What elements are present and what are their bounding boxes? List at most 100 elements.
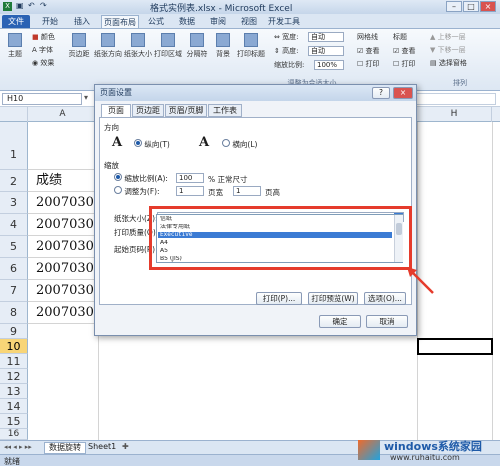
undo-icon[interactable]: ↶ (28, 1, 35, 10)
name-box-dropdown-icon[interactable]: ▾ (84, 93, 88, 102)
cell-a6[interactable]: 20070302 (28, 258, 102, 280)
selection-pane-button[interactable]: ▤ 选择窗格 (430, 58, 467, 68)
gridlines-view-checkbox[interactable]: ☑ 查看 (357, 46, 380, 56)
select-all-corner[interactable] (0, 107, 28, 122)
tab-page[interactable]: 页面 (101, 104, 131, 118)
row-header-10[interactable]: 10 (0, 339, 28, 354)
theme-colors-button[interactable]: ■ 颜色 (32, 32, 55, 42)
print-titles-button[interactable]: 打印标题 (236, 33, 266, 59)
radio-selected-icon (134, 139, 142, 147)
gridlines-print-checkbox[interactable]: ☐ 打印 (357, 59, 380, 69)
row-header-8[interactable]: 8 (0, 302, 28, 324)
theme-effects-button[interactable]: ◉ 效果 (32, 58, 54, 68)
column-header-h[interactable]: H (417, 107, 492, 122)
cell-a1[interactable] (28, 122, 98, 170)
cell-a7[interactable]: 20070303 (28, 280, 102, 302)
dialog-close-button[interactable]: × (393, 87, 413, 99)
cell-a4[interactable]: 20070304 (28, 214, 102, 236)
breaks-button[interactable]: 分隔符 (184, 33, 210, 59)
scale-input[interactable]: 100% (314, 60, 344, 70)
print-area-button[interactable]: 打印区域 (154, 33, 182, 59)
margins-button[interactable]: 页边距 (66, 33, 92, 59)
tab-page-layout[interactable]: 页面布局 (101, 15, 139, 28)
row-header-9[interactable]: 9 (0, 324, 28, 339)
tab-review[interactable]: 审阅 (205, 15, 231, 28)
scale-percent-input[interactable]: 100 (176, 173, 204, 183)
normal-size-label: % 正常尺寸 (208, 175, 248, 184)
portrait-radio[interactable]: 纵向(T) (134, 139, 170, 150)
tab-data[interactable]: 数据 (174, 15, 200, 28)
row-header-5[interactable]: 5 (0, 236, 28, 258)
maximize-button[interactable]: □ (463, 1, 479, 12)
sheet-tab-sheet1[interactable]: Sheet1 (84, 442, 120, 454)
row-header-14[interactable]: 14 (0, 399, 28, 414)
bring-forward-button[interactable]: ▲ 上移一层 (430, 32, 466, 42)
options-button[interactable]: 选项(O)... (364, 292, 406, 305)
redo-icon[interactable]: ↷ (40, 1, 47, 10)
tab-home[interactable]: 开始 (36, 15, 64, 28)
column-header-a[interactable]: A (28, 107, 98, 122)
cell-a2[interactable]: 成绩 (28, 170, 98, 192)
size-icon (131, 33, 145, 47)
minimize-button[interactable]: – (446, 1, 462, 12)
cell-a3[interactable]: 20070301 (28, 192, 102, 214)
theme-fonts-button[interactable]: A 字体 (32, 45, 53, 55)
cell-a8[interactable]: 20070306 (28, 302, 102, 324)
tab-view[interactable]: 视图 (236, 15, 262, 28)
pages-wide-label: 页宽 (208, 188, 223, 197)
send-backward-button[interactable]: ▼ 下移一层 (430, 45, 466, 55)
row-header-1[interactable]: 1 (0, 122, 28, 170)
orientation-button[interactable]: 纸张方向 (94, 33, 122, 59)
name-box[interactable]: H10 (2, 93, 82, 105)
fit-wide-input[interactable]: 1 (176, 186, 204, 196)
print-preview-button[interactable]: 打印预览(W) (308, 292, 358, 305)
landscape-radio[interactable]: 横向(L) (222, 139, 257, 150)
width-icon: ⇔ (274, 33, 280, 41)
height-select[interactable]: 自动 (308, 46, 344, 56)
sheet-nav-arrows-icon[interactable]: ◂◂ ◂ ▸ ▸▸ (4, 443, 32, 451)
row-header-12[interactable]: 12 (0, 369, 28, 384)
ok-button[interactable]: 确定 (319, 315, 361, 328)
new-sheet-icon[interactable]: ✚ (122, 442, 129, 451)
row-header-4[interactable]: 4 (0, 214, 28, 236)
active-cell-h10[interactable] (417, 338, 493, 355)
tab-developer[interactable]: 开发工具 (266, 15, 302, 28)
tab-sheet[interactable]: 工作表 (208, 104, 242, 117)
row-header-13[interactable]: 13 (0, 384, 28, 399)
headings-view-checkbox[interactable]: ☑ 查看 (393, 46, 416, 56)
cancel-button[interactable]: 取消 (366, 315, 408, 328)
save-icon[interactable]: ▣ (16, 1, 24, 10)
adjust-radio[interactable]: 缩放比例(A): (114, 173, 168, 184)
size-button[interactable]: 纸张大小 (124, 33, 152, 59)
fit-to-radio[interactable]: 调整为(F): (114, 186, 160, 197)
status-ready: 就绪 (4, 457, 20, 466)
help-button[interactable]: ? (372, 87, 390, 99)
windows-logo-icon (358, 440, 380, 460)
fonts-icon: A (32, 46, 37, 54)
tab-insert[interactable]: 插入 (68, 15, 96, 28)
row-header-15[interactable]: 15 (0, 414, 28, 429)
fit-tall-input[interactable]: 1 (233, 186, 261, 196)
tab-formulas[interactable]: 公式 (143, 15, 169, 28)
row-header-6[interactable]: 6 (0, 258, 28, 280)
tab-margins[interactable]: 页边距 (132, 104, 164, 117)
radio-selected-icon (114, 173, 122, 181)
close-button[interactable]: × (480, 1, 496, 12)
tab-header-footer[interactable]: 页眉/页脚 (165, 104, 207, 117)
cell-a5[interactable]: 20070305 (28, 236, 102, 258)
theme-button[interactable]: 主题 (4, 33, 26, 59)
colors-icon: ■ (32, 33, 39, 41)
row-header-11[interactable]: 11 (0, 354, 28, 369)
row-header-3[interactable]: 3 (0, 192, 28, 214)
orientation-section-label: 方向 (104, 123, 119, 132)
headings-print-checkbox[interactable]: ☐ 打印 (393, 59, 416, 69)
width-select[interactable]: 自动 (308, 32, 344, 42)
row-header-16[interactable]: 16 (0, 429, 28, 440)
row-header-7[interactable]: 7 (0, 280, 28, 302)
background-button[interactable]: 背景 (212, 33, 234, 59)
print-button[interactable]: 打印(P)... (256, 292, 302, 305)
print-titles-icon (244, 33, 258, 47)
tab-file[interactable]: 文件 (2, 15, 30, 28)
row-header-2[interactable]: 2 (0, 170, 28, 192)
sheet-tab-data-rotate[interactable]: 数据旋转 (44, 442, 86, 454)
